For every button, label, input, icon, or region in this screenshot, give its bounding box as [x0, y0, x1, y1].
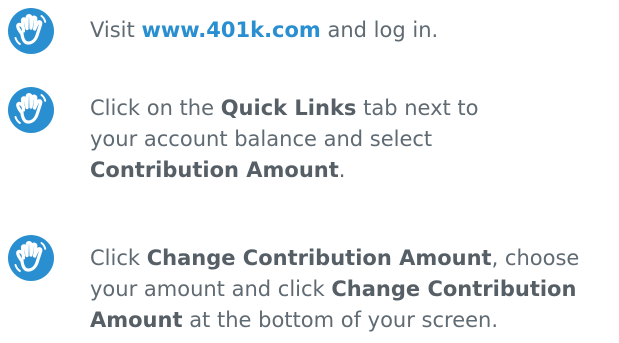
- emphasis-text: Change Contribution: [331, 277, 577, 301]
- emphasis-text: Amount: [90, 308, 183, 332]
- step-text-segment: your account balance and select: [90, 127, 433, 151]
- hand-wave-icon: [7, 234, 55, 282]
- step-line: your amount and click Change Contributio…: [90, 274, 615, 305]
- step-line: Contribution Amount.: [90, 155, 615, 186]
- hand-wave-icon: [7, 7, 55, 55]
- step-text-segment: , choose: [491, 246, 580, 270]
- website-link[interactable]: www.401k.com: [141, 18, 320, 42]
- step-text-segment: Click: [90, 246, 147, 270]
- step-text-segment: Click on the: [90, 96, 221, 120]
- emphasis-text: Quick Links: [220, 96, 357, 120]
- step-line: Visit www.401k.com and log in.: [90, 15, 615, 46]
- step-3-text: Click Change Contribution Amount, choose…: [90, 243, 615, 336]
- step-text-segment: and log in.: [320, 18, 439, 42]
- step-line: Click Change Contribution Amount, choose: [90, 243, 615, 274]
- emphasis-text: Change Contribution Amount: [146, 246, 492, 270]
- hand-wave-icon: [7, 86, 55, 134]
- step-1-text: Visit www.401k.com and log in.: [90, 15, 615, 46]
- step-text-segment: Visit: [90, 18, 142, 42]
- step-line: your account balance and select: [90, 124, 615, 155]
- emphasis-text: Contribution Amount: [90, 158, 339, 182]
- step-line: Click on the Quick Links tab next to: [90, 93, 615, 124]
- step-text-segment: .: [338, 158, 346, 182]
- step-2-text: Click on the Quick Links tab next to your…: [90, 93, 615, 186]
- step-text-segment: your amount and click: [90, 277, 332, 301]
- step-line: Amount at the bottom of your screen.: [90, 305, 615, 336]
- step-text-segment: tab next to: [356, 96, 479, 120]
- step-text-segment: at the bottom of your screen.: [182, 308, 499, 332]
